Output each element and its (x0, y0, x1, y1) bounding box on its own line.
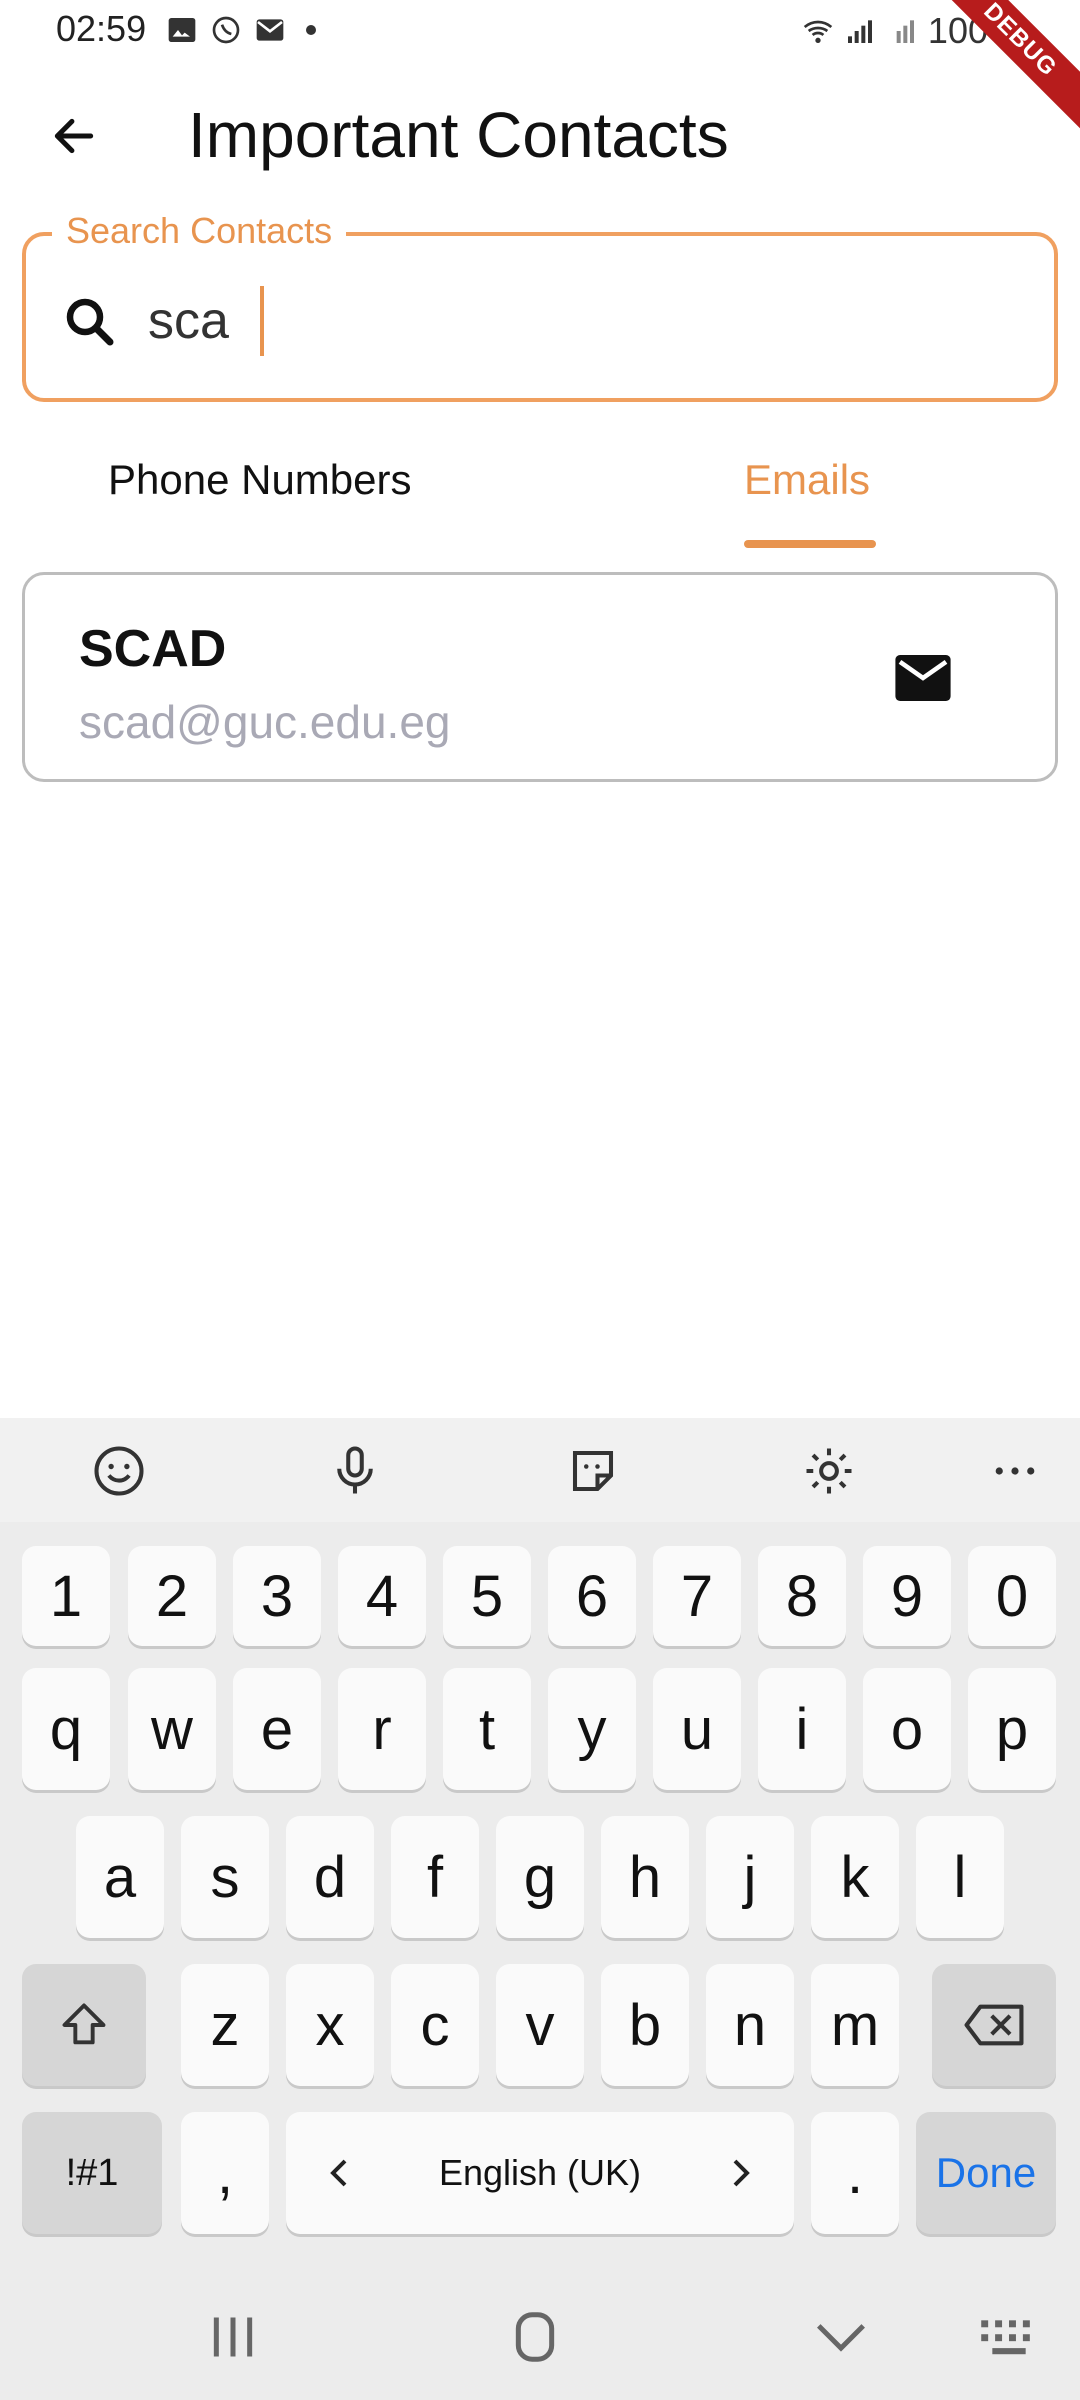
key-h[interactable]: h (601, 1816, 689, 1938)
contact-name: SCAD (79, 620, 227, 678)
key-g[interactable]: g (496, 1816, 584, 1938)
key-4[interactable]: 4 (338, 1546, 426, 1646)
tab-emails[interactable]: Emails (744, 456, 870, 504)
backspace-key[interactable] (932, 1964, 1056, 2086)
key-o[interactable]: o (863, 1668, 951, 1790)
key-z[interactable]: z (181, 1964, 269, 2086)
mail-notification-icon (256, 19, 284, 41)
key-k[interactable]: k (811, 1816, 899, 1938)
key-b[interactable]: b (601, 1964, 689, 2086)
key-r[interactable]: r (338, 1668, 426, 1790)
sticker-icon[interactable] (566, 1444, 620, 1498)
settings-gear-icon[interactable] (802, 1444, 856, 1498)
signal-icon (847, 20, 872, 43)
space-key[interactable]: English (UK) (286, 2112, 794, 2234)
arrow-left-icon (54, 118, 94, 154)
key-1[interactable]: 1 (22, 1546, 110, 1646)
hide-keyboard-icon[interactable] (806, 2312, 876, 2362)
back-button[interactable] (36, 98, 112, 174)
key-p[interactable]: p (968, 1668, 1056, 1790)
period-key[interactable]: . (811, 2112, 899, 2234)
key-s[interactable]: s (181, 1816, 269, 1938)
key-0[interactable]: 0 (968, 1546, 1056, 1646)
keyboard-switch-icon[interactable] (974, 2312, 1044, 2362)
emoji-icon[interactable] (92, 1444, 146, 1498)
key-9[interactable]: 9 (863, 1546, 951, 1646)
gallery-icon (168, 18, 196, 42)
shift-arrow-icon (62, 2003, 106, 2045)
key-7[interactable]: 7 (653, 1546, 741, 1646)
key-j[interactable]: j (706, 1816, 794, 1938)
backspace-icon (964, 2004, 1024, 2046)
key-f[interactable]: f (391, 1816, 479, 1938)
text-cursor (260, 286, 264, 356)
key-q[interactable]: q (22, 1668, 110, 1790)
key-v[interactable]: v (496, 1964, 584, 2086)
keyboard-toolbar (0, 1418, 1080, 1522)
wifi-icon (803, 20, 833, 43)
contact-email: scad@guc.edu.eg (79, 696, 451, 748)
key-c[interactable]: c (391, 1964, 479, 2086)
contact-card[interactable]: SCAD scad@guc.edu.eg (22, 572, 1058, 782)
key-y[interactable]: y (548, 1668, 636, 1790)
key-w[interactable]: w (128, 1668, 216, 1790)
tab-bar: Phone Numbers Emails (0, 430, 1080, 550)
mail-icon[interactable] (895, 655, 951, 701)
key-a[interactable]: a (76, 1816, 164, 1938)
key-2[interactable]: 2 (128, 1546, 216, 1646)
microphone-icon[interactable] (328, 1444, 382, 1498)
app-bar: Important Contacts (0, 70, 1080, 200)
home-icon[interactable] (500, 2312, 570, 2362)
notification-icons (166, 14, 316, 46)
symbols-key[interactable]: !#1 (22, 2112, 162, 2234)
key-6[interactable]: 6 (548, 1546, 636, 1646)
tab-phone-numbers[interactable]: Phone Numbers (108, 456, 412, 504)
whatsapp-icon (212, 16, 240, 44)
page-title: Important Contacts (188, 99, 729, 171)
search-input[interactable] (148, 278, 1028, 364)
key-n[interactable]: n (706, 1964, 794, 2086)
search-field[interactable]: Search Contacts (22, 210, 1058, 402)
language-prev-icon (330, 2159, 347, 2187)
more-options-icon[interactable] (988, 1444, 1042, 1498)
key-x[interactable]: x (286, 1964, 374, 2086)
shift-key[interactable] (22, 1964, 146, 2086)
language-next-icon (733, 2159, 750, 2187)
status-time: 02:59 (56, 8, 147, 49)
key-u[interactable]: u (653, 1668, 741, 1790)
key-m[interactable]: m (811, 1964, 899, 2086)
search-icon (66, 298, 114, 346)
keyboard: 1 2 3 4 5 6 7 8 9 0 q w e r t y u i o p … (0, 1418, 1080, 2400)
space-language-label: English (UK) (438, 2152, 642, 2193)
volte-signal-icon (896, 20, 914, 43)
comma-key[interactable]: , (181, 2112, 269, 2234)
navigation-bar (0, 2272, 1080, 2400)
key-t[interactable]: t (443, 1668, 531, 1790)
done-key[interactable]: Done (916, 2112, 1056, 2234)
key-i[interactable]: i (758, 1668, 846, 1790)
key-8[interactable]: 8 (758, 1546, 846, 1646)
status-bar: 02:59 100% DEBUG (0, 0, 1080, 147)
key-3[interactable]: 3 (233, 1546, 321, 1646)
key-5[interactable]: 5 (443, 1546, 531, 1646)
key-d[interactable]: d (286, 1816, 374, 1938)
recent-apps-icon[interactable] (198, 2312, 268, 2362)
tab-indicator (744, 540, 876, 548)
key-e[interactable]: e (233, 1668, 321, 1790)
key-l[interactable]: l (916, 1816, 1004, 1938)
more-notifications-dot (306, 25, 316, 35)
search-label: Search Contacts (52, 210, 347, 252)
